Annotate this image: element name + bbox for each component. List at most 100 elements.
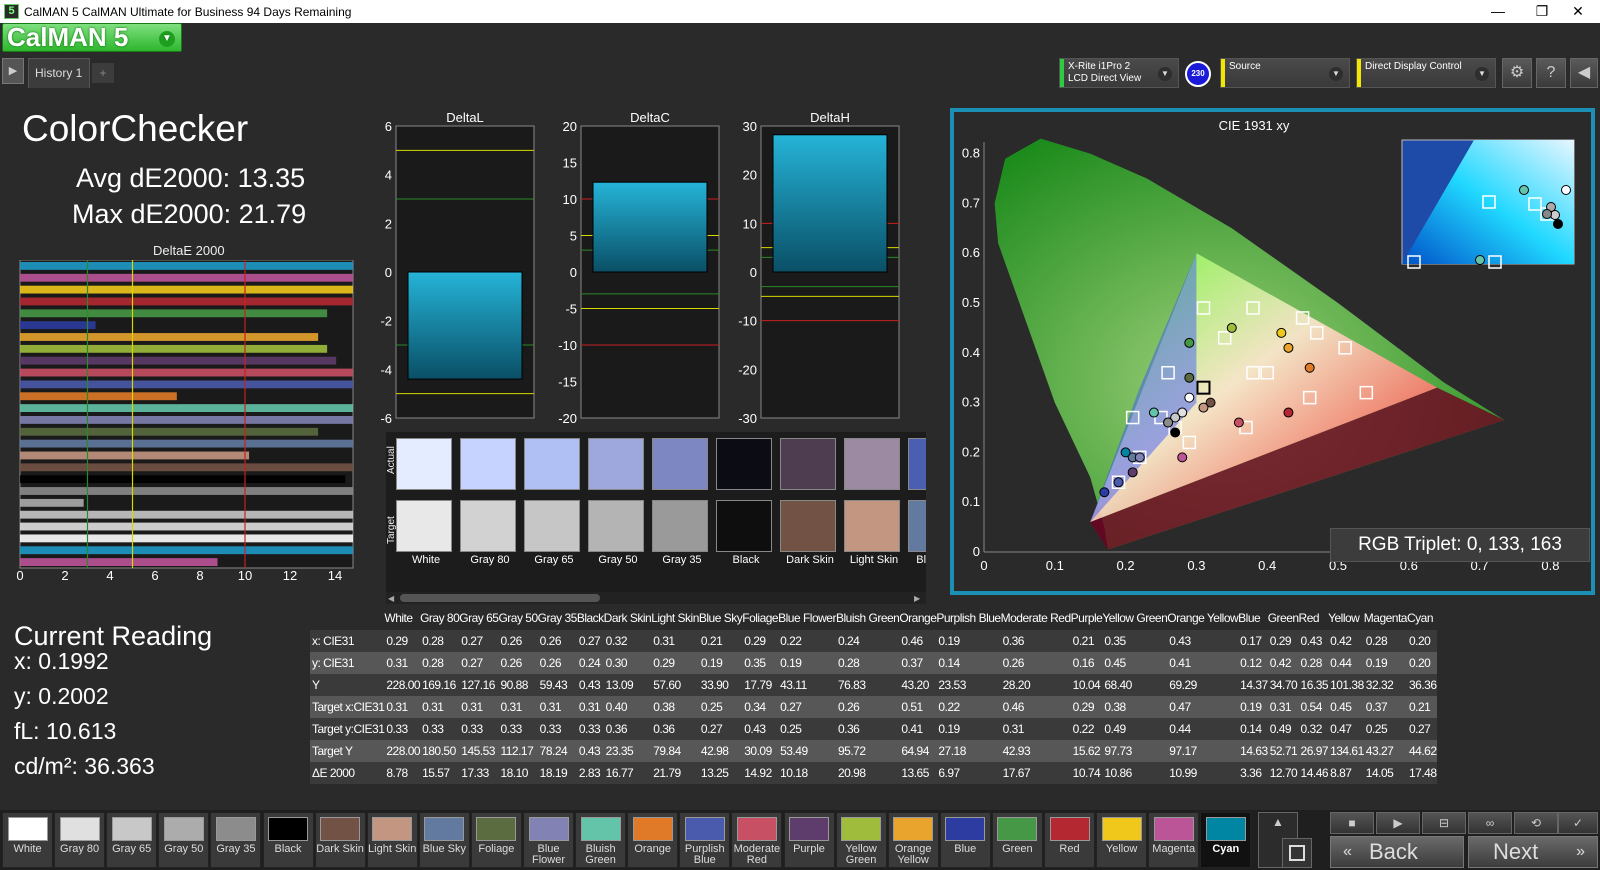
color-tile-dark-skin[interactable]: Dark Skin [314, 812, 366, 868]
swatch-label: Black [732, 554, 760, 566]
measured-marker [1283, 342, 1294, 353]
refresh-icon[interactable]: ⟲ [1514, 812, 1558, 834]
measured-marker [1233, 417, 1244, 428]
color-tile-purple[interactable]: Purple [783, 812, 835, 868]
measured-marker [1304, 362, 1315, 373]
color-tile-gray-35[interactable]: Gray 35 [210, 812, 262, 868]
delta-tick-label: -20 [738, 362, 757, 377]
inset-measured-marker [1561, 185, 1571, 195]
color-tile-gray-50[interactable]: Gray 50 [158, 812, 210, 868]
tab-history-1[interactable]: History 1 [28, 58, 90, 88]
table-cell: 0.26 [835, 696, 900, 718]
help-icon[interactable]: ? [1536, 58, 1566, 88]
measure-step-icon[interactable]: ⊟ [1422, 812, 1466, 834]
swatch-comparison-panel: Actual Target White Gray 80 Gray 65 Gray 50… [386, 432, 926, 592]
table-cell: 0.16 [1070, 652, 1103, 674]
table-cell: 0.17 [1238, 630, 1268, 652]
swatch-column: Blue Sky [908, 438, 926, 566]
tile-label: Red [1059, 843, 1080, 855]
color-tile-red[interactable]: Red [1044, 812, 1095, 868]
color-tile-yellow[interactable]: Yellow [1096, 812, 1148, 868]
deltae-tick-label: 14 [328, 568, 342, 580]
color-tile-purplish-blue[interactable]: Purplish Blue [679, 812, 731, 868]
display-control-dropdown[interactable]: Direct Display Control ▼ [1356, 58, 1496, 88]
meter-badge[interactable]: 230 [1185, 61, 1211, 87]
reading-x: x: 0.1992 [14, 648, 109, 674]
measured-marker [1184, 392, 1195, 403]
check-icon[interactable]: ✓ [1558, 812, 1598, 834]
delta-l-chart: DeltaL 6 4 2 0 -2 -4 -6 [380, 110, 535, 426]
color-tile-green[interactable]: Green [991, 812, 1043, 868]
deltae-tick-label: 12 [283, 568, 297, 580]
gear-icon[interactable]: ⚙ [1502, 58, 1532, 88]
deltae-bar [20, 498, 84, 507]
color-tile-gray-65[interactable]: Gray 65 [106, 812, 158, 868]
table-cell: 0.29 [384, 630, 421, 652]
scroll-thumb[interactable] [400, 594, 600, 602]
table-cell: 0.19 [936, 630, 1001, 652]
color-tile-magenta[interactable]: Magenta [1148, 812, 1200, 868]
column-header: Moderate Red [1000, 611, 1072, 625]
tile-swatch [789, 817, 829, 841]
column-header: Blue [1238, 611, 1261, 625]
play-measure-icon[interactable]: ▶ [1376, 812, 1420, 834]
next-button[interactable]: Next » [1468, 836, 1598, 868]
table-row: ΔE 2000 8.78 15.57 17.33 18.10 18.19 2.83 16.77… [310, 762, 1437, 784]
minimize-button[interactable]: — [1476, 0, 1520, 23]
table-cell: 17.33 [459, 762, 499, 784]
stop-icon[interactable] [1282, 838, 1312, 868]
chevron-down-icon: ▼ [1475, 67, 1489, 81]
color-tile-white[interactable]: White [2, 812, 53, 868]
inset-measured-marker [1519, 185, 1529, 195]
tile-swatch [893, 817, 934, 841]
measured-marker [1113, 477, 1124, 488]
table-cell: 14.46 [1298, 762, 1329, 784]
meter-dropdown[interactable]: X-Rite i1Pro 2 LCD Direct View ▼ [1059, 58, 1179, 88]
color-tile-orange[interactable]: Orange [627, 812, 679, 868]
swatch-column: Gray 65 [524, 438, 584, 566]
table-cell: 0.26 [498, 630, 538, 652]
color-tile-light-skin[interactable]: Light Skin [366, 812, 418, 868]
reading-cdm2: cd/m²: 36.363 [14, 753, 155, 779]
tile-swatch [215, 817, 256, 841]
deltae-bar [20, 427, 319, 436]
color-tile-moderate-red[interactable]: Moderate Red [731, 812, 783, 868]
table-cell: 97.73 [1102, 740, 1168, 762]
color-tile-bluish-green[interactable]: Bluish Green [575, 812, 627, 868]
table-cell: 18.19 [537, 762, 577, 784]
scroll-right-icon[interactable]: ▶ [914, 594, 924, 603]
double-chevron-right-icon: » [1576, 843, 1585, 860]
color-tile-foliage[interactable]: Foliage [470, 812, 522, 868]
table-cell: 0.35 [742, 652, 779, 674]
table-cell: 0.43 [1298, 630, 1329, 652]
scroll-left-icon[interactable]: ◀ [388, 594, 398, 603]
calman-logo-menu[interactable]: CalMAN 5 ▼ [2, 23, 182, 52]
actual-swatch [588, 438, 644, 490]
color-tile-black[interactable]: Black [262, 812, 314, 868]
swatch-label: Gray 50 [598, 554, 638, 566]
table-cell: 0.43 [742, 718, 779, 740]
actual-swatch [524, 438, 580, 490]
delta-tick-label: 0 [750, 265, 757, 280]
table-cell: 0.41 [1167, 652, 1239, 674]
expand-panel-button[interactable]: ▶ [2, 58, 24, 84]
color-tile-blue-flower[interactable]: Blue Flower [523, 812, 574, 868]
color-tile-cyan[interactable]: Cyan [1200, 812, 1252, 868]
collapse-icon[interactable]: ◀ [1570, 58, 1598, 88]
color-tile-orange-yellow[interactable]: Orange Yellow [887, 812, 939, 868]
tile-swatch [59, 817, 100, 841]
add-tab-button[interactable]: + [92, 63, 114, 83]
color-tile-yellow-green[interactable]: Yellow Green [835, 812, 887, 868]
measured-marker [1163, 417, 1174, 428]
table-cell: 0.25 [778, 718, 836, 740]
table-cell: 0.25 [1363, 718, 1407, 740]
stop-measure-icon[interactable]: ■ [1330, 812, 1374, 834]
color-tile-gray-80[interactable]: Gray 80 [54, 812, 106, 868]
source-dropdown[interactable]: Source ▼ [1220, 58, 1350, 88]
color-tile-blue-sky[interactable]: Blue Sky [418, 812, 470, 868]
back-button[interactable]: « Back [1330, 836, 1464, 868]
continuous-measure-icon[interactable]: ∞ [1468, 812, 1512, 834]
color-tile-blue[interactable]: Blue [939, 812, 991, 868]
swatch-scrollbar[interactable]: ◀ ▶ [386, 592, 926, 604]
close-button[interactable]: ✕ [1556, 0, 1600, 23]
